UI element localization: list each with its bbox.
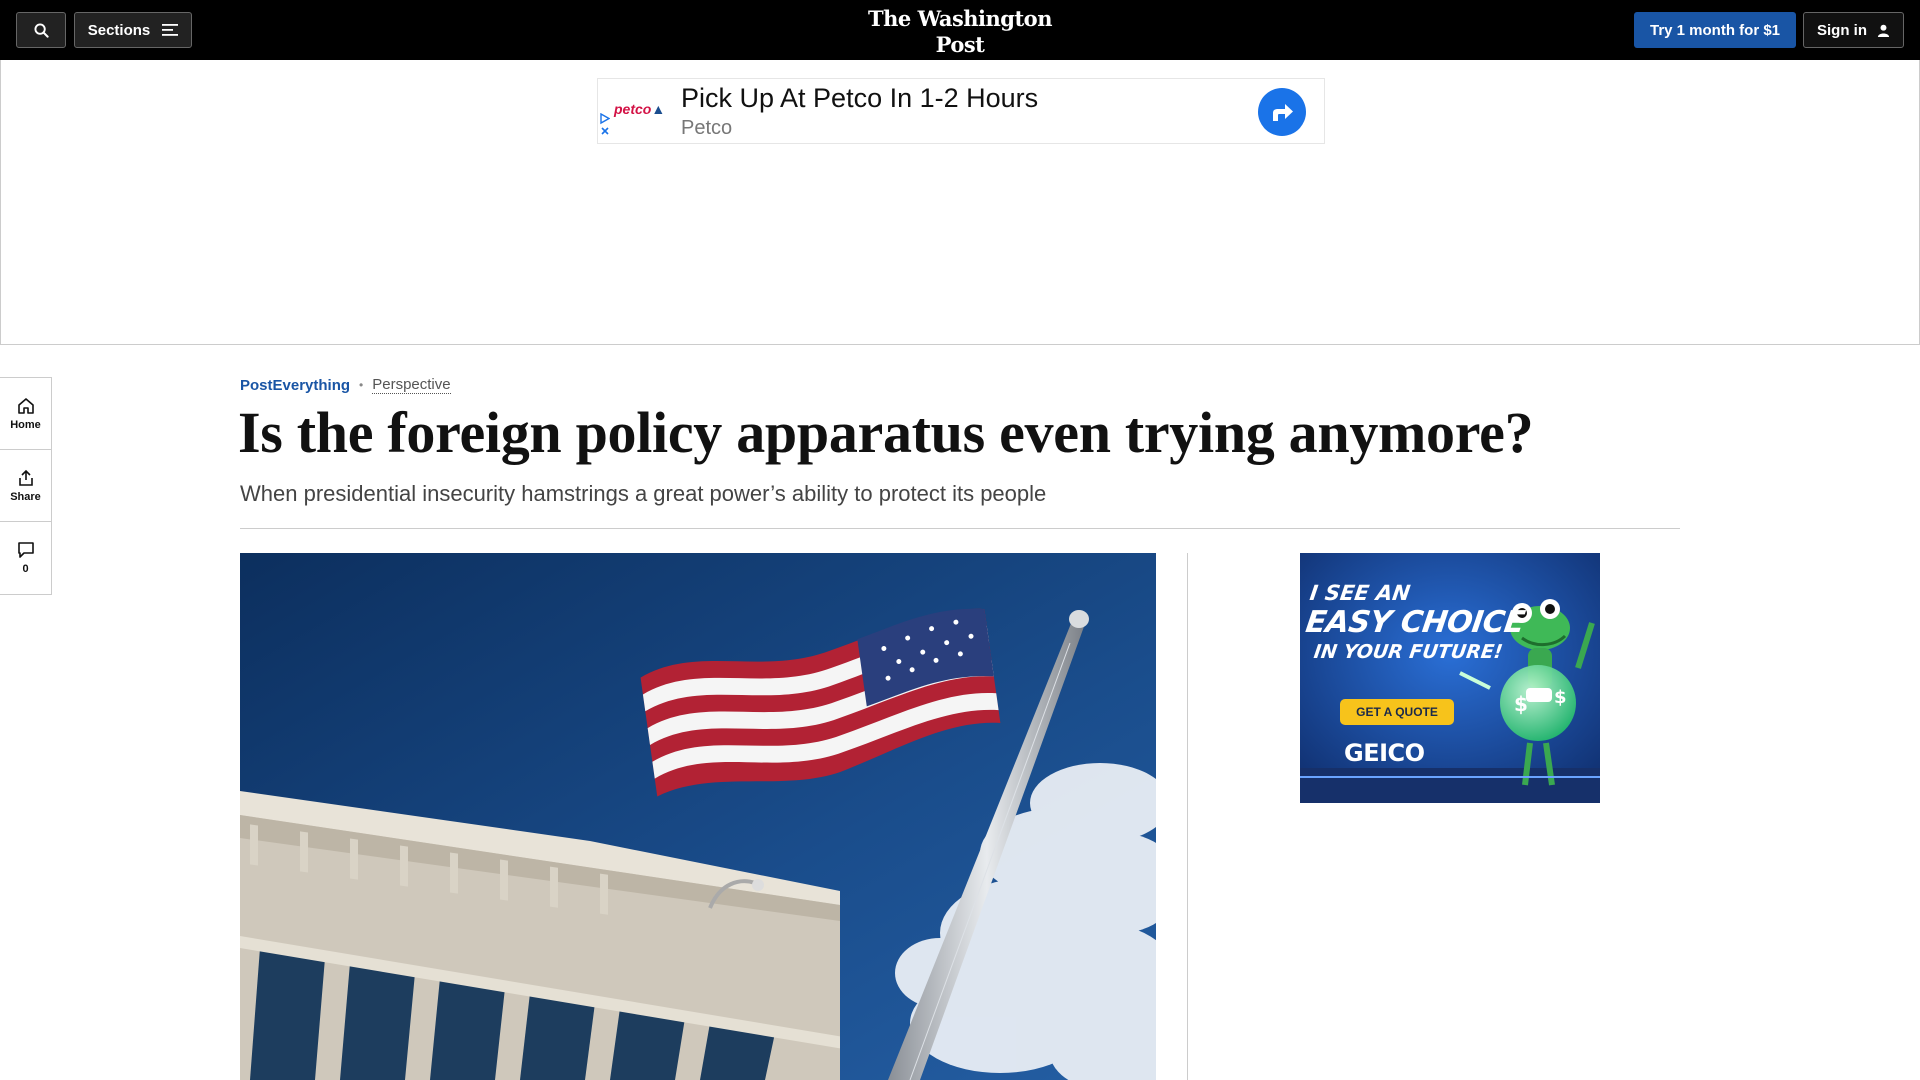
- geico-get-quote-button[interactable]: GET A QUOTE: [1340, 699, 1454, 725]
- top-ad-container: petco▲ Pick Up At Petco In 1-2 Hours Pet…: [0, 60, 1920, 345]
- petco-logo-mark: ▲: [651, 101, 666, 117]
- perspective-label[interactable]: Perspective: [372, 376, 451, 394]
- geico-ad-line1: I SEE AN: [1308, 581, 1412, 605]
- article-kicker: PostEverything • Perspective: [240, 376, 451, 394]
- share-icon: [18, 469, 33, 486]
- subscribe-button[interactable]: Try 1 month for $1: [1634, 12, 1796, 48]
- sections-label: Sections: [87, 21, 151, 39]
- rail-share-button[interactable]: Share: [0, 450, 51, 522]
- rail-home-button[interactable]: Home: [0, 378, 51, 450]
- ad-cta-arrow-button[interactable]: [1258, 88, 1306, 136]
- top-nav-bar: Sections The Washington Post Democracy D…: [0, 0, 1920, 74]
- geico-logo: GEICO: [1344, 739, 1425, 767]
- svg-text:$: $: [1514, 692, 1528, 716]
- kicker-separator: •: [359, 378, 364, 392]
- menu-icon: [162, 24, 179, 36]
- flag-building-photo: [240, 553, 1156, 1080]
- sign-in-label: Sign in: [1817, 21, 1867, 39]
- search-icon: [33, 22, 49, 38]
- geico-ad[interactable]: $ $ I SEE AN EASY CHOICE IN YOUR FUTURE!…: [1300, 553, 1600, 803]
- user-icon: [1877, 24, 1890, 37]
- sections-menu-button[interactable]: Sections: [74, 12, 192, 48]
- rail-comments-button[interactable]: 0: [0, 522, 51, 594]
- rail-comments-count: 0: [22, 563, 29, 575]
- article-subheadline: When presidential insecurity hamstrings …: [240, 481, 1047, 506]
- section-link[interactable]: PostEverything: [240, 377, 350, 394]
- home-icon: [17, 397, 34, 414]
- hero-image[interactable]: [240, 553, 1156, 1080]
- ad-advertiser: Petco: [681, 117, 733, 139]
- article-headline: Is the foreign policy apparatus even try…: [238, 400, 1534, 465]
- comment-icon: [17, 542, 34, 558]
- petco-logo: petco▲: [614, 101, 665, 117]
- column-divider: [1187, 553, 1188, 1080]
- search-button[interactable]: [16, 12, 66, 48]
- petco-logo-text: petco: [614, 101, 652, 117]
- svg-text:$: $: [1554, 687, 1567, 708]
- sign-in-button[interactable]: Sign in: [1803, 12, 1904, 48]
- geico-ad-line3: IN YOUR FUTURE!: [1312, 641, 1505, 663]
- rail-share-label: Share: [10, 490, 41, 503]
- article-action-rail: Home Share 0: [0, 377, 52, 595]
- header-divider: [240, 528, 1680, 529]
- geico-ad-line2: EASY CHOICE: [1303, 605, 1527, 640]
- rail-home-label: Home: [10, 418, 41, 431]
- ad-headline[interactable]: Pick Up At Petco In 1-2 Hours: [681, 83, 1038, 114]
- adchoices-icon[interactable]: [600, 112, 611, 140]
- masthead-title: The Washington Post: [868, 6, 1052, 57]
- arrow-right-icon: [1273, 104, 1293, 121]
- petco-ad-banner[interactable]: petco▲ Pick Up At Petco In 1-2 Hours Pet…: [597, 78, 1325, 144]
